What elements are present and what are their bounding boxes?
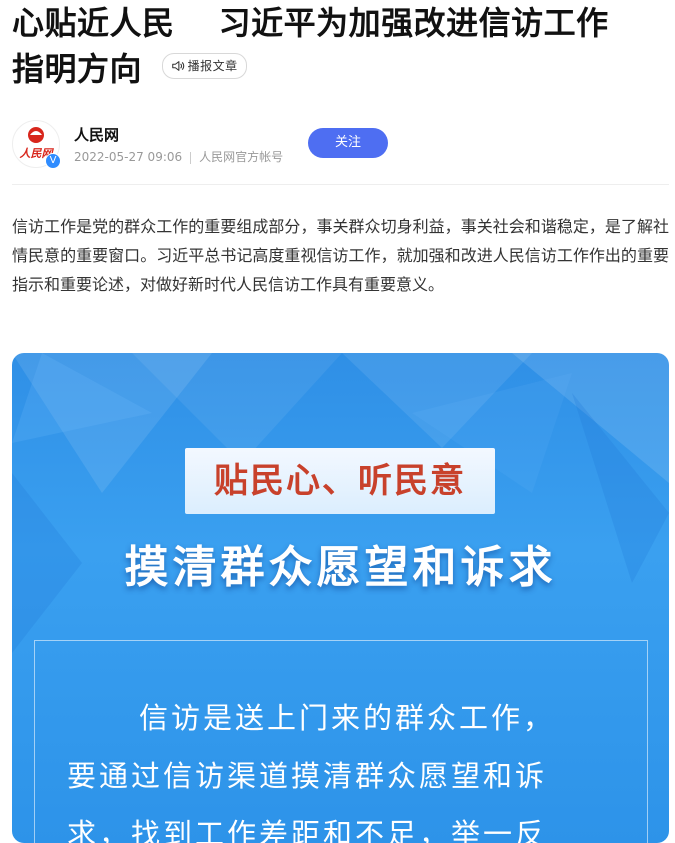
- article-title-line1: 心贴近人民 习近平为加强改进信访工作: [12, 4, 609, 42]
- author-meta: 2022-05-27 09:06 人民网官方帐号: [74, 148, 283, 165]
- article-lead-paragraph: 信访工作是党的群众工作的重要组成部分，事关群众切身利益，事关社会和谐稳定，是了解…: [12, 217, 669, 294]
- meta-divider: [190, 151, 192, 164]
- account-type: 人民网官方帐号: [199, 150, 284, 164]
- verified-badge-icon: V: [45, 153, 61, 169]
- article-title: 心贴近人民 习近平为加强改进信访工作 指明方向 播报文章: [12, 0, 672, 92]
- author-bar: 人民网 V 人民网 2022-05-27 09:06 人民网官方帐号 关注: [12, 120, 669, 184]
- poster-quote-line1: 信访是送上门来的群众工作，: [139, 701, 556, 735]
- poster-banner: 贴民心、听民意: [185, 448, 495, 514]
- publish-time: 2022-05-27 09:06: [74, 150, 183, 164]
- follow-button[interactable]: 关注: [308, 128, 388, 158]
- article-poster-image: 贴民心、听民意 摸清群众愿望和诉求 信访是送上门来的群众工作， 要通过信访渠道摸…: [12, 353, 669, 843]
- speaker-icon: [171, 61, 184, 71]
- poster-quote-line2: 要通过信访渠道摸清群众愿望和诉: [67, 759, 548, 793]
- poster-headline: 摸清群众愿望和诉求: [124, 542, 557, 593]
- author-name[interactable]: 人民网: [74, 124, 119, 145]
- header-divider: [12, 184, 669, 185]
- poster-quote: 信访是送上门来的群众工作， 要通过信访渠道摸清群众愿望和诉 求，找到工作差距和不…: [67, 689, 627, 843]
- article-title-line2: 指明方向: [12, 50, 143, 88]
- poster-quote-line3: 求，找到工作差距和不足，举一反: [67, 817, 548, 843]
- broadcast-label: 播报文章: [187, 59, 238, 73]
- broadcast-button[interactable]: 播报文章: [161, 53, 247, 79]
- avatar[interactable]: 人民网 V: [12, 120, 61, 169]
